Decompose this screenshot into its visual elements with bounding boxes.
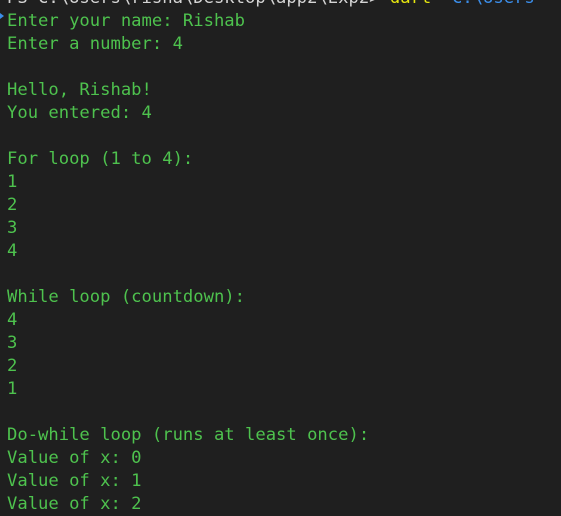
output-line: 1 (7, 379, 18, 399)
output-line: For loop (1 to 4): (7, 149, 194, 169)
output-line: 4 (7, 310, 18, 330)
output-line: While loop (countdown): (7, 287, 245, 307)
output-line: Value of x: 2 (7, 494, 142, 514)
prompt-line: PS C:\Users\risha\Desktop\app2\Exp2> dar… (7, 0, 561, 10)
output-line: Enter your name: Rishab (7, 11, 245, 31)
prompt-command: dart (390, 0, 431, 8)
prompt-argument: C:\Users (452, 0, 535, 8)
output-line: 3 (7, 218, 18, 238)
output-line: Do-while loop (runs at least once): (7, 425, 370, 445)
terminal-output: PS C:\Users\risha\Desktop\app2\Exp2> dar… (7, 0, 561, 516)
prompt-path: PS C:\Users\risha\Desktop\app2\Exp2> (7, 0, 380, 8)
output-line: Value of x: 0 (7, 448, 142, 468)
command-decoration-icon (0, 13, 4, 19)
output-line: 3 (7, 333, 18, 353)
output-line: Hello, Rishab! (7, 80, 152, 100)
output-line: 2 (7, 356, 18, 376)
output-line: 2 (7, 195, 18, 215)
output-line: Value of x: 1 (7, 471, 142, 491)
output-line: You entered: 4 (7, 103, 152, 123)
terminal-panel[interactable]: PS C:\Users\risha\Desktop\app2\Exp2> dar… (0, 0, 561, 516)
output-line: Enter a number: 4 (7, 34, 183, 54)
output-line: 1 (7, 172, 18, 192)
output-line: 4 (7, 241, 18, 261)
